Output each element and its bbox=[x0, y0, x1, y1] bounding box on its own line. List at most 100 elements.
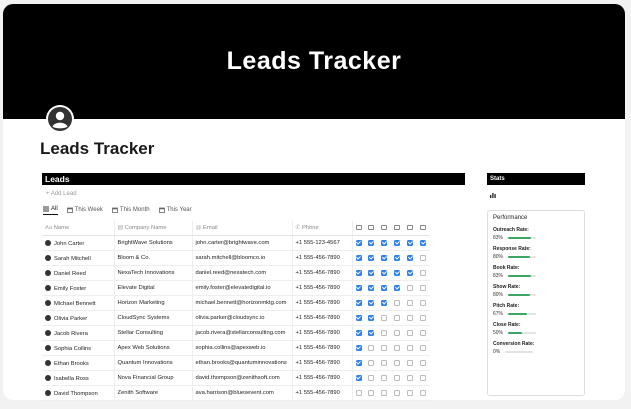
cell-checkbox[interactable] bbox=[378, 265, 391, 281]
cell-checkbox[interactable] bbox=[391, 325, 404, 341]
tab-this-week[interactable]: This Week bbox=[66, 206, 103, 215]
cell-checkbox[interactable] bbox=[391, 370, 404, 386]
table-row[interactable]: Daniel Reed NexaTech Innovations daniel.re… bbox=[42, 265, 430, 281]
cell-email[interactable]: daniel.reed@nexatech.com bbox=[191, 265, 292, 281]
cell-checkbox[interactable] bbox=[351, 370, 365, 386]
checkbox-unchecked[interactable] bbox=[420, 329, 426, 336]
cell-name[interactable]: John Carter bbox=[42, 235, 114, 251]
cell-checkbox[interactable] bbox=[404, 355, 417, 371]
checkbox-unchecked[interactable] bbox=[394, 299, 400, 306]
cell-checkbox[interactable] bbox=[378, 280, 391, 296]
checkbox-unchecked[interactable] bbox=[420, 284, 426, 291]
cell-checkbox[interactable] bbox=[351, 310, 365, 326]
checkbox-checked[interactable] bbox=[394, 239, 400, 246]
checkbox-unchecked[interactable] bbox=[407, 284, 413, 291]
cell-phone[interactable]: +1 555-456-7890 bbox=[291, 325, 352, 341]
cell-checkbox[interactable] bbox=[417, 250, 430, 266]
cell-phone[interactable]: +1 555-456-7890 bbox=[291, 370, 352, 386]
checkbox-unchecked[interactable] bbox=[407, 329, 413, 336]
checkbox-checked[interactable] bbox=[355, 314, 362, 321]
cell-checkbox[interactable] bbox=[351, 355, 365, 371]
checkbox-unchecked[interactable] bbox=[368, 389, 374, 396]
cell-checkbox[interactable] bbox=[378, 385, 391, 401]
cell-checkbox[interactable] bbox=[417, 385, 430, 401]
cell-checkbox[interactable] bbox=[365, 385, 378, 401]
cell-name[interactable]: Ethan Brooks bbox=[42, 355, 114, 371]
checkbox-unchecked[interactable] bbox=[394, 344, 400, 351]
cell-email[interactable]: ethan.brooks@quantuminnovations bbox=[191, 355, 292, 371]
cell-phone[interactable]: +1 555-456-7890 bbox=[291, 355, 352, 371]
checkbox-unchecked[interactable] bbox=[407, 359, 413, 366]
cell-company[interactable]: Elevate Digital bbox=[113, 280, 192, 296]
cell-checkbox[interactable] bbox=[391, 235, 404, 251]
cell-checkbox[interactable] bbox=[365, 265, 378, 281]
cell-checkbox[interactable] bbox=[391, 355, 404, 371]
checkbox-unchecked[interactable] bbox=[394, 359, 400, 366]
cell-checkbox[interactable] bbox=[404, 370, 417, 386]
checkbox-unchecked[interactable] bbox=[420, 299, 426, 306]
cell-company[interactable]: Apex Web Solutions bbox=[113, 340, 192, 356]
cell-checkbox[interactable] bbox=[404, 325, 417, 341]
checkbox-checked[interactable] bbox=[394, 269, 400, 276]
cell-checkbox[interactable] bbox=[404, 385, 417, 401]
tab-all[interactable]: All bbox=[43, 206, 58, 215]
cell-checkbox[interactable] bbox=[417, 325, 430, 341]
cell-checkbox[interactable] bbox=[417, 355, 430, 371]
cell-checkbox[interactable] bbox=[365, 370, 378, 386]
cell-company[interactable]: Horizon Marketing bbox=[113, 295, 192, 311]
checkbox-unchecked[interactable] bbox=[368, 344, 374, 351]
cell-checkbox[interactable] bbox=[417, 310, 430, 326]
column-header-company[interactable]: ▤ Company Name bbox=[113, 221, 192, 236]
checkbox-checked[interactable] bbox=[368, 269, 374, 276]
checkbox-checked[interactable] bbox=[381, 254, 387, 261]
cell-phone[interactable]: +1 555-123-4567 bbox=[291, 235, 352, 251]
column-header-phone[interactable]: ✆ Phone bbox=[291, 221, 352, 236]
table-row[interactable]: Olivia Parker CloudSync Systems olivia.par… bbox=[42, 310, 430, 326]
checkbox-unchecked[interactable] bbox=[407, 314, 413, 321]
checkbox-unchecked[interactable] bbox=[420, 374, 426, 381]
checkbox-unchecked[interactable] bbox=[407, 389, 413, 396]
checkbox-unchecked[interactable] bbox=[420, 254, 426, 261]
column-header-show[interactable] bbox=[391, 221, 404, 236]
cell-company[interactable]: Quantum Innovations bbox=[113, 355, 192, 371]
checkbox-checked[interactable] bbox=[355, 299, 362, 306]
cell-company[interactable]: BrightWave Solutions bbox=[113, 235, 192, 251]
checkbox-checked[interactable] bbox=[394, 254, 400, 261]
cell-checkbox[interactable] bbox=[351, 340, 365, 356]
checkbox-checked[interactable] bbox=[355, 374, 362, 381]
cell-name[interactable]: David Thompson bbox=[42, 385, 114, 401]
checkbox-unchecked[interactable] bbox=[381, 344, 387, 351]
cell-company[interactable]: NexaTech Innovations bbox=[113, 265, 192, 281]
cell-checkbox[interactable] bbox=[351, 385, 365, 401]
checkbox-checked[interactable] bbox=[407, 239, 413, 246]
checkbox-checked[interactable] bbox=[381, 239, 387, 246]
cell-checkbox[interactable] bbox=[351, 250, 365, 266]
column-header-close[interactable] bbox=[417, 221, 430, 236]
cell-checkbox[interactable] bbox=[404, 250, 417, 266]
checkbox-checked[interactable] bbox=[368, 329, 374, 336]
checkbox-unchecked[interactable] bbox=[420, 359, 426, 366]
cell-checkbox[interactable] bbox=[351, 280, 365, 296]
cell-phone[interactable]: +1 555-456-7890 bbox=[291, 295, 352, 311]
checkbox-checked[interactable] bbox=[368, 299, 374, 306]
cell-name[interactable]: Sophia Collins bbox=[42, 340, 114, 356]
cell-checkbox[interactable] bbox=[417, 265, 430, 281]
cell-email[interactable]: jacob.rivera@stellarconsulting.com bbox=[191, 325, 292, 341]
cell-email[interactable]: sarah.mitchell@bloomco.io bbox=[191, 250, 292, 266]
checkbox-unchecked[interactable] bbox=[420, 314, 426, 321]
checkbox-unchecked[interactable] bbox=[420, 389, 426, 396]
cell-checkbox[interactable] bbox=[365, 340, 378, 356]
cell-checkbox[interactable] bbox=[417, 340, 430, 356]
table-row[interactable]: David Thompson Zenith Software ava.harriso… bbox=[42, 385, 430, 401]
cell-checkbox[interactable] bbox=[391, 310, 404, 326]
checkbox-checked[interactable] bbox=[355, 284, 362, 291]
cell-company[interactable]: CloudSync Systems bbox=[113, 310, 192, 326]
cell-checkbox[interactable] bbox=[404, 310, 417, 326]
cell-phone[interactable]: +1 555-456-7890 bbox=[291, 310, 352, 326]
cell-checkbox[interactable] bbox=[417, 280, 430, 296]
cell-checkbox[interactable] bbox=[378, 250, 391, 266]
cell-checkbox[interactable] bbox=[378, 325, 391, 341]
column-header-response[interactable] bbox=[365, 221, 378, 236]
cell-phone[interactable]: +1 555-456-7890 bbox=[291, 385, 352, 401]
checkbox-checked[interactable] bbox=[368, 254, 374, 261]
